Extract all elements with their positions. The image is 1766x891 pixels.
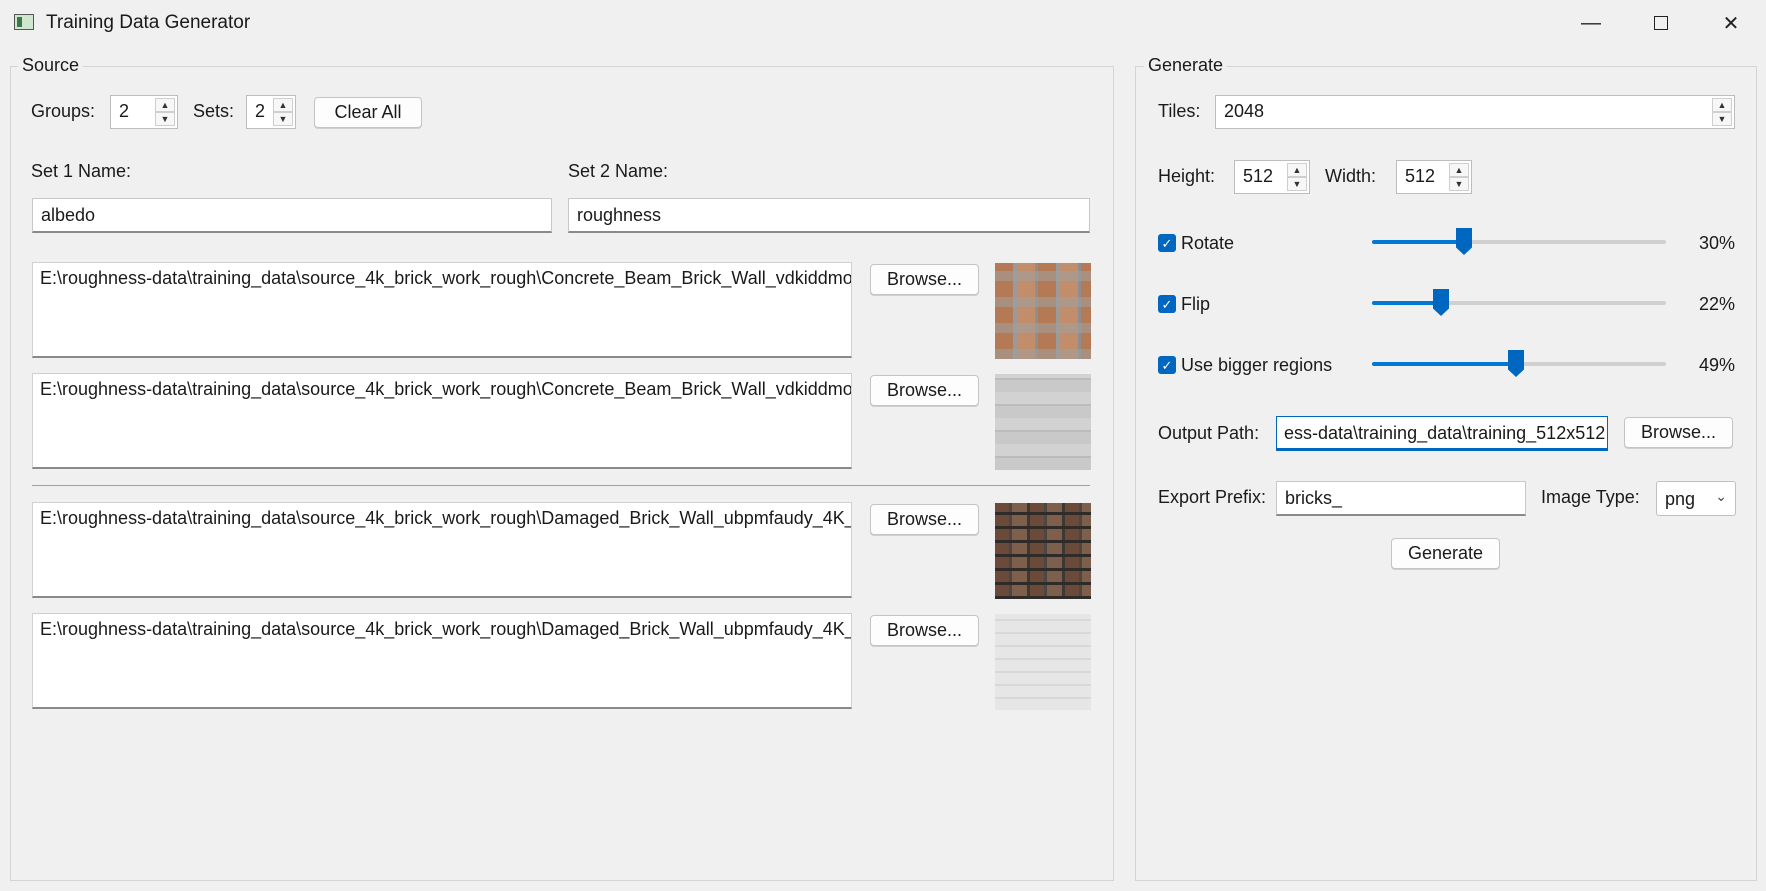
- texture-thumbnail: [995, 374, 1091, 470]
- set2-name-label: Set 2 Name:: [568, 161, 669, 181]
- spin-down-icon[interactable]: ▼: [1712, 112, 1732, 126]
- close-button[interactable]: ✕: [1696, 0, 1766, 46]
- image-type-value: png: [1665, 489, 1696, 509]
- rotate-checkbox[interactable]: ✓: [1158, 234, 1176, 252]
- close-icon: ✕: [1722, 12, 1740, 35]
- browse-button[interactable]: Browse...: [870, 375, 979, 406]
- image-type-label: Image Type:: [1541, 487, 1640, 507]
- spin-up-icon[interactable]: ▲: [155, 98, 175, 112]
- bigger-regions-percent: 49%: [1699, 355, 1736, 375]
- app-icon: [14, 14, 34, 30]
- tiles-spinbox[interactable]: 2048 ▲ ▼: [1215, 95, 1735, 129]
- bigger-regions-checkbox[interactable]: ✓: [1158, 356, 1176, 374]
- rotate-percent: 30%: [1699, 233, 1736, 253]
- spin-down-icon[interactable]: ▼: [155, 112, 175, 126]
- flip-checkbox[interactable]: ✓: [1158, 295, 1176, 313]
- height-value: 512: [1243, 166, 1274, 186]
- spin-up-icon[interactable]: ▲: [1287, 163, 1307, 177]
- source-path-field[interactable]: E:\roughness-data\training_data\source_4…: [32, 262, 852, 358]
- groups-spinbox[interactable]: 2 ▲ ▼: [110, 95, 178, 129]
- groups-value: 2: [119, 101, 130, 121]
- bigger-regions-slider-fill: [1372, 362, 1516, 366]
- spin-down-icon[interactable]: ▼: [1287, 177, 1307, 191]
- set1-name-input[interactable]: albedo: [32, 198, 552, 233]
- title-bar: Training Data Generator — ✕: [0, 0, 1766, 46]
- browse-button[interactable]: Browse...: [870, 504, 979, 535]
- spin-up-icon[interactable]: ▲: [1712, 98, 1732, 112]
- sets-spinbox[interactable]: 2 ▲ ▼: [246, 95, 296, 129]
- output-browse-button[interactable]: Browse...: [1624, 417, 1733, 448]
- groups-label: Groups:: [31, 101, 96, 121]
- group-divider: [32, 485, 1090, 486]
- texture-thumbnail: [995, 503, 1091, 599]
- height-spinbox[interactable]: 512 ▲ ▼: [1234, 160, 1310, 194]
- spin-up-icon[interactable]: ▲: [273, 98, 293, 112]
- spin-down-icon[interactable]: ▼: [1449, 177, 1469, 191]
- rotate-slider-fill: [1372, 240, 1460, 244]
- tiles-label: Tiles:: [1158, 101, 1201, 121]
- source-path-field[interactable]: E:\roughness-data\training_data\source_4…: [32, 502, 852, 598]
- set1-name-label: Set 1 Name:: [31, 161, 132, 181]
- image-type-select[interactable]: png ⌄: [1656, 481, 1736, 516]
- sets-label: Sets:: [193, 101, 235, 121]
- width-spinbox[interactable]: 512 ▲ ▼: [1396, 160, 1472, 194]
- height-label: Height:: [1158, 166, 1216, 186]
- export-prefix-input[interactable]: bricks_: [1276, 481, 1526, 516]
- tiles-value: 2048: [1224, 101, 1265, 121]
- texture-thumbnail: [995, 263, 1091, 359]
- checkmark-icon: ✓: [1161, 235, 1173, 251]
- source-path-field[interactable]: E:\roughness-data\training_data\source_4…: [32, 613, 852, 709]
- generate-group-title: Generate: [1144, 55, 1228, 76]
- minimize-icon: —: [1581, 11, 1601, 34]
- spin-up-icon[interactable]: ▲: [1449, 163, 1469, 177]
- chevron-down-icon: ⌄: [1715, 488, 1727, 504]
- width-label: Width:: [1325, 166, 1377, 186]
- rotate-label: Rotate: [1181, 233, 1235, 253]
- checkmark-icon: ✓: [1161, 357, 1173, 373]
- output-path-label: Output Path:: [1158, 423, 1260, 443]
- generate-button[interactable]: Generate: [1391, 538, 1500, 569]
- set2-name-input[interactable]: roughness: [568, 198, 1090, 233]
- texture-thumbnail: [995, 614, 1091, 710]
- sets-value: 2: [255, 101, 266, 121]
- flip-label: Flip: [1181, 294, 1211, 314]
- flip-slider-fill: [1372, 301, 1437, 305]
- checkmark-icon: ✓: [1161, 296, 1173, 312]
- source-path-field[interactable]: E:\roughness-data\training_data\source_4…: [32, 373, 852, 469]
- clear-all-button[interactable]: Clear All: [314, 97, 422, 128]
- maximize-button[interactable]: [1626, 0, 1696, 46]
- bigger-regions-label: Use bigger regions: [1181, 355, 1333, 375]
- browse-button[interactable]: Browse...: [870, 264, 979, 295]
- minimize-button[interactable]: —: [1556, 0, 1626, 46]
- browse-button[interactable]: Browse...: [870, 615, 979, 646]
- width-value: 512: [1405, 166, 1436, 186]
- source-group-title: Source: [18, 55, 84, 76]
- maximize-icon: [1654, 16, 1668, 30]
- export-prefix-label: Export Prefix:: [1158, 487, 1267, 507]
- spin-down-icon[interactable]: ▼: [273, 112, 293, 126]
- flip-percent: 22%: [1699, 294, 1736, 314]
- output-path-input[interactable]: ess-data\training_data\training_512x512: [1276, 416, 1608, 451]
- window-title: Training Data Generator: [46, 12, 251, 33]
- source-group: [10, 66, 1114, 881]
